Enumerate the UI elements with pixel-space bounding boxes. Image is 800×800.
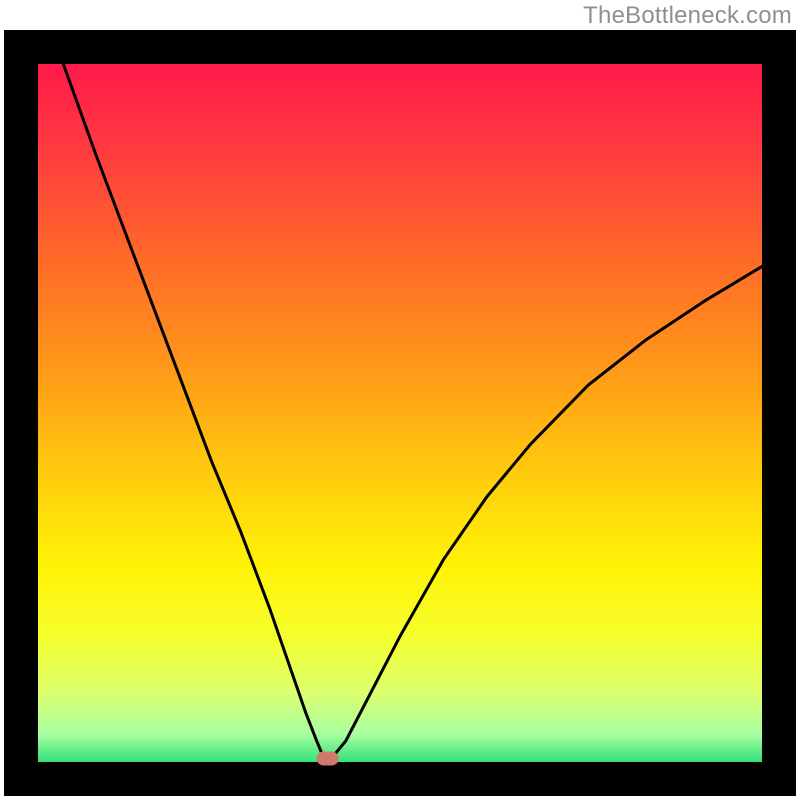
bottleneck-chart: TheBottleneck.com	[0, 0, 800, 800]
plot-area	[4, 30, 796, 796]
minimum-marker	[317, 752, 339, 766]
plot-background	[38, 64, 762, 762]
chart-canvas	[0, 0, 800, 800]
attribution-text: TheBottleneck.com	[583, 2, 792, 30]
